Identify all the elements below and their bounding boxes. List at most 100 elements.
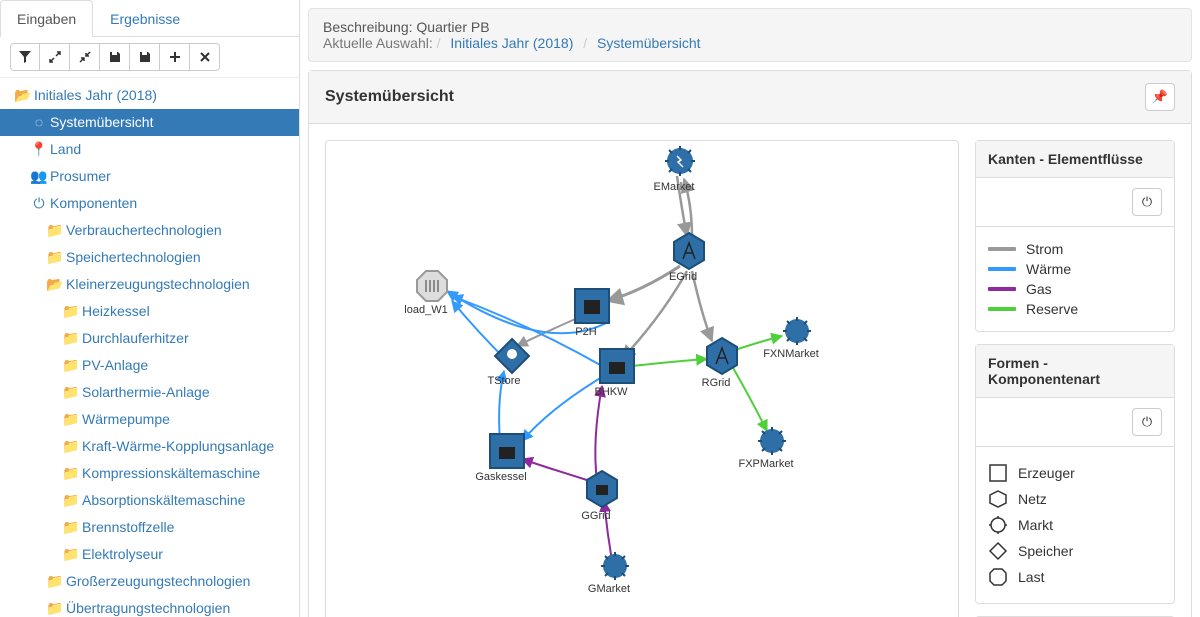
- legend-waerme: Wärme: [1026, 261, 1071, 277]
- filter-button[interactable]: [10, 43, 40, 71]
- tree-waermepumpe[interactable]: 📁Wärmepumpe: [0, 406, 299, 433]
- shape-netz-icon: [988, 489, 1008, 509]
- crumb-year[interactable]: Initiales Jahr (2018): [450, 35, 573, 51]
- node-egrid[interactable]: [674, 233, 704, 269]
- folder-icon: 📁: [48, 575, 62, 589]
- node-gaskessel[interactable]: [490, 434, 524, 468]
- folder-icon: 📁: [64, 440, 78, 454]
- shape-last: Last: [1018, 569, 1044, 585]
- folder-icon: 📁: [64, 413, 78, 427]
- tree-gross[interactable]: 📁Großerzeugungstechnologien: [0, 568, 299, 595]
- side-panels: Kanten - Elementflüsse ⏻ Strom Wärme Gas…: [975, 140, 1175, 617]
- tree-durchlauf[interactable]: 📁Durchlauferhitzer: [0, 325, 299, 352]
- node-rgrid[interactable]: [707, 338, 737, 374]
- tree-system[interactable]: ◌Systemübersicht: [0, 109, 299, 136]
- node-emarket[interactable]: [665, 146, 695, 176]
- shape-erzeuger: Erzeuger: [1018, 465, 1075, 481]
- shape-speicher: Speicher: [1018, 543, 1073, 559]
- add-button[interactable]: [160, 43, 190, 71]
- sidebar: Eingaben Ergebnisse 📂Initiales Jahr (201…: [0, 0, 300, 617]
- tree: 📂Initiales Jahr (2018) ◌Systemübersicht …: [0, 78, 299, 617]
- tree-speicher[interactable]: 📁Speichertechnologien: [0, 244, 299, 271]
- folder-icon: 📁: [64, 467, 78, 481]
- card-shapes-toggle[interactable]: ⏻: [1132, 408, 1162, 436]
- tree-land[interactable]: 📍Land: [0, 136, 299, 163]
- card-shapes-title: Formen - Komponentenart: [988, 355, 1162, 387]
- delete-button[interactable]: [190, 43, 220, 71]
- breadcrumb: Aktuelle Auswahl: / Initiales Jahr (2018…: [323, 35, 1177, 51]
- card-shapes: Formen - Komponentenart ⏻ Erzeuger Netz …: [975, 344, 1175, 604]
- target-icon: ◌: [32, 116, 46, 130]
- tree-klein[interactable]: 📂Kleinerzeugungstechnologien: [0, 271, 299, 298]
- tree-solarthermie[interactable]: 📁Solarthermie-Anlage: [0, 379, 299, 406]
- pin-icon: 📍: [32, 143, 46, 157]
- folder-icon: 📁: [64, 521, 78, 535]
- folder-icon: 📁: [64, 548, 78, 562]
- legend-strom-swatch: [988, 247, 1016, 251]
- node-ggrid[interactable]: [587, 471, 617, 507]
- main: Beschreibung: Quartier PB Aktuelle Auswa…: [300, 0, 1200, 617]
- tree-prosumer[interactable]: 👥Prosumer: [0, 163, 299, 190]
- tab-inputs[interactable]: Eingaben: [0, 0, 93, 37]
- tree-verbraucher[interactable]: 📁Verbrauchertechnologien: [0, 217, 299, 244]
- shape-markt: Markt: [1018, 517, 1053, 533]
- label-gmarket: GMarket: [588, 583, 630, 595]
- save1-button[interactable]: [100, 43, 130, 71]
- label-tstore: TStore: [487, 375, 520, 387]
- tree-kwk[interactable]: 📁Kraft-Wärme-Kopplungsanlage: [0, 433, 299, 460]
- node-tstore[interactable]: [495, 339, 529, 373]
- folder-icon: 📁: [48, 251, 62, 265]
- shape-speicher-icon: [988, 541, 1008, 561]
- card-edges-toggle[interactable]: ⏻: [1132, 188, 1162, 216]
- selection-label: Aktuelle Auswahl:: [323, 35, 433, 51]
- label-fxnmarket: FXNMarket: [763, 348, 819, 360]
- tree-root[interactable]: 📂Initiales Jahr (2018): [0, 82, 299, 109]
- header-bar: Beschreibung: Quartier PB Aktuelle Auswa…: [308, 8, 1192, 62]
- folder-icon: 📁: [64, 305, 78, 319]
- save2-button[interactable]: [130, 43, 160, 71]
- tree-absorption[interactable]: 📁Absorptionskältemaschine: [0, 487, 299, 514]
- node-fxnmarket[interactable]: [783, 317, 811, 345]
- node-p2h[interactable]: [575, 289, 609, 323]
- tree-kompression[interactable]: 📁Kompressionskältemaschine: [0, 460, 299, 487]
- card-edges-title: Kanten - Elementflüsse: [988, 151, 1143, 167]
- label-rgrid: RGrid: [702, 377, 731, 389]
- crumb-system[interactable]: Systemübersicht: [597, 35, 700, 51]
- label-ggrid: GGrid: [581, 510, 610, 522]
- tree-uebertragung[interactable]: 📁Übertragungstechnologien: [0, 595, 299, 617]
- sidebar-tabs: Eingaben Ergebnisse: [0, 0, 299, 37]
- toolbar: [0, 37, 299, 78]
- power-icon: ⏻: [1142, 194, 1152, 210]
- folder-icon: 📁: [48, 224, 62, 238]
- label-emarket: EMarket: [654, 181, 695, 193]
- shape-erzeuger-icon: [988, 463, 1008, 483]
- expand-button[interactable]: [40, 43, 70, 71]
- shape-last-icon: [988, 567, 1008, 587]
- card-edges: Kanten - Elementflüsse ⏻ Strom Wärme Gas…: [975, 140, 1175, 332]
- panel-title: Systemübersicht: [325, 88, 454, 106]
- tab-results[interactable]: Ergebnisse: [93, 0, 197, 37]
- tree-pv[interactable]: 📁PV-Anlage: [0, 352, 299, 379]
- label-gaskessel: Gaskessel: [475, 471, 526, 483]
- graph-area[interactable]: EMarket EGrid P2H load_W1 TStore BHKW RG…: [325, 140, 959, 617]
- folder-icon: 📁: [64, 332, 78, 346]
- panel-head: Systemübersicht 📌: [309, 71, 1191, 124]
- pin-icon: 📌: [1152, 89, 1168, 105]
- node-load-w1[interactable]: [417, 271, 447, 301]
- tree-elektrolyseur[interactable]: 📁Elektrolyseur: [0, 541, 299, 568]
- node-fxpmarket[interactable]: [758, 427, 786, 455]
- label-p2h: P2H: [575, 326, 596, 338]
- node-gmarket[interactable]: [601, 552, 629, 580]
- label-bhkw: BHKW: [595, 386, 628, 398]
- tree-heizkessel[interactable]: 📁Heizkessel: [0, 298, 299, 325]
- power-icon: ⏻: [32, 197, 46, 211]
- folder-open-icon: 📂: [48, 278, 62, 292]
- node-bhkw[interactable]: [600, 349, 634, 383]
- folder-icon: 📁: [64, 359, 78, 373]
- tree-brennstoff[interactable]: 📁Brennstoffzelle: [0, 514, 299, 541]
- pin-button[interactable]: 📌: [1145, 83, 1175, 111]
- collapse-button[interactable]: [70, 43, 100, 71]
- shape-markt-icon: [988, 515, 1008, 535]
- shape-netz: Netz: [1018, 491, 1047, 507]
- tree-komponenten[interactable]: ⏻Komponenten: [0, 190, 299, 217]
